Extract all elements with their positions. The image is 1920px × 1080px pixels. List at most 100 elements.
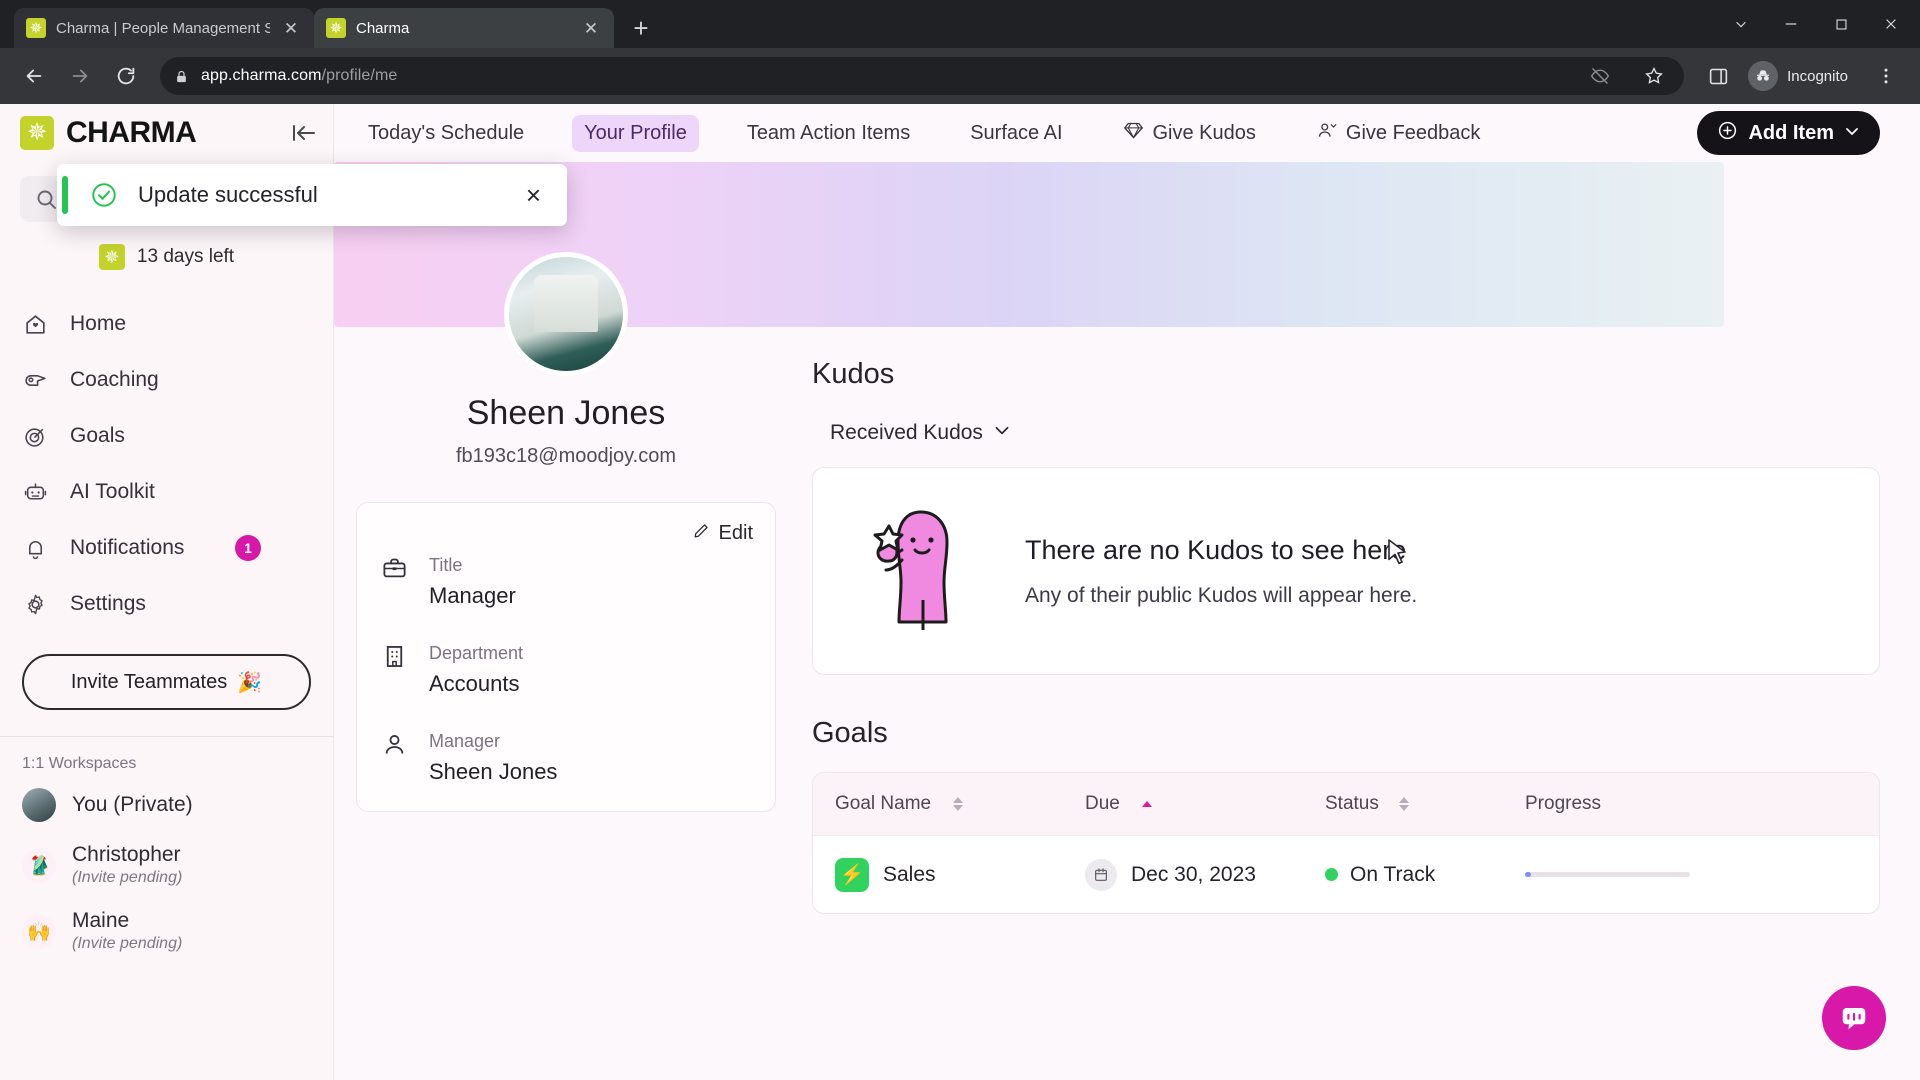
sidebar-item-goals[interactable]: Goals bbox=[0, 408, 333, 464]
tab-your-profile[interactable]: Your Profile bbox=[572, 114, 699, 152]
app-root: ✵ CHARMA ✵ 13 days left Home Coaching Go… bbox=[0, 104, 1920, 1080]
kudos-empty-title: There are no Kudos to see here bbox=[1025, 534, 1407, 565]
notifications-badge: 1 bbox=[235, 535, 261, 561]
close-icon[interactable] bbox=[1868, 2, 1914, 46]
chevron-down-icon[interactable] bbox=[1718, 2, 1764, 46]
brand-logo[interactable]: ✵ CHARMA bbox=[0, 104, 333, 162]
profile-column: Sheen Jones fb193c18@moodjoy.com Edit Ti… bbox=[356, 162, 776, 914]
maximize-icon[interactable] bbox=[1818, 2, 1864, 46]
search-icon bbox=[37, 190, 56, 209]
avatar[interactable] bbox=[504, 252, 628, 376]
reload-icon[interactable] bbox=[106, 56, 146, 96]
sidebar-item-ai-toolkit[interactable]: AI Toolkit bbox=[0, 464, 333, 520]
tab-give-feedback[interactable]: Give Feedback bbox=[1304, 113, 1493, 154]
add-item-label: Add Item bbox=[1748, 121, 1834, 144]
kudos-mascot-illustration bbox=[869, 504, 979, 639]
browser-toolbar: app.charma.com/profile/me Incognito bbox=[0, 48, 1920, 104]
profile-email: fb193c18@moodjoy.com bbox=[455, 445, 677, 467]
check-circle-icon bbox=[90, 181, 118, 209]
window-controls bbox=[1718, 0, 1920, 48]
chevron-down-icon bbox=[1844, 122, 1860, 145]
chevron-down-icon bbox=[993, 421, 1011, 445]
column-header-status[interactable]: Status bbox=[1325, 793, 1525, 815]
workspace-item-christopher[interactable]: 🥻 Christopher (Invite pending) bbox=[0, 833, 333, 899]
back-icon[interactable] bbox=[14, 56, 54, 96]
sidebar-item-home[interactable]: Home bbox=[0, 296, 333, 352]
tab-give-kudos[interactable]: Give Kudos bbox=[1111, 113, 1268, 154]
robot-icon bbox=[22, 480, 48, 505]
incognito-label: Incognito bbox=[1787, 67, 1848, 85]
bell-icon bbox=[22, 536, 48, 561]
tab-title: Charma | People Management S bbox=[56, 19, 270, 37]
avatar bbox=[22, 788, 56, 822]
tab-label: Give Kudos bbox=[1152, 121, 1256, 144]
home-icon bbox=[22, 312, 48, 337]
close-icon[interactable]: × bbox=[526, 182, 541, 208]
workspace-item-you[interactable]: You (Private) bbox=[0, 777, 333, 833]
tab-surface-ai[interactable]: Surface AI bbox=[958, 115, 1074, 152]
charma-star-icon: ✵ bbox=[26, 18, 46, 38]
workspace-item-maine[interactable]: 🙌 Maine (Invite pending) bbox=[0, 899, 333, 965]
tracking-protection-icon[interactable] bbox=[1580, 56, 1620, 96]
kudos-filter-dropdown[interactable]: Received Kudos bbox=[830, 421, 1011, 445]
tab-strip: ✵ Charma | People Management S ✕ ✵ Charm… bbox=[0, 0, 1920, 48]
browser-tab-1[interactable]: ✵ Charma | People Management S ✕ bbox=[14, 8, 314, 48]
tab-todays-schedule[interactable]: Today's Schedule bbox=[356, 115, 536, 152]
column-header-due[interactable]: Due bbox=[1085, 793, 1325, 815]
sidebar-item-label: Settings bbox=[70, 592, 146, 615]
column-label: Goal Name bbox=[835, 793, 932, 814]
minimize-icon[interactable] bbox=[1768, 2, 1814, 46]
new-tab-button[interactable]: + bbox=[624, 11, 658, 45]
browser-menu-icon[interactable] bbox=[1866, 56, 1906, 96]
address-bar[interactable]: app.charma.com/profile/me bbox=[160, 56, 1685, 96]
status-dot-icon bbox=[1325, 868, 1338, 881]
workspace-status: (Invite pending) bbox=[72, 869, 183, 887]
charma-star-icon: ✵ bbox=[20, 116, 54, 150]
gem-icon bbox=[1123, 120, 1144, 147]
building-icon bbox=[379, 643, 409, 670]
url-text: app.charma.com/profile/me bbox=[201, 67, 398, 84]
kudos-filter-label: Received Kudos bbox=[830, 421, 983, 444]
close-icon[interactable]: ✕ bbox=[280, 17, 302, 39]
sidebar-item-notifications[interactable]: Notifications 1 bbox=[0, 520, 333, 576]
collapse-sidebar-icon[interactable] bbox=[291, 122, 317, 144]
column-label: Due bbox=[1085, 793, 1120, 814]
column-header-progress[interactable]: Progress bbox=[1525, 793, 1857, 815]
bookmark-star-icon[interactable] bbox=[1634, 56, 1674, 96]
charma-star-icon: ✵ bbox=[326, 18, 346, 38]
person-feedback-icon bbox=[1316, 120, 1337, 147]
side-panel-icon[interactable] bbox=[1698, 56, 1738, 96]
forward-icon[interactable] bbox=[60, 56, 100, 96]
tab-team-action-items[interactable]: Team Action Items bbox=[735, 115, 922, 152]
whistle-icon bbox=[22, 368, 48, 393]
workspace-name: Maine bbox=[72, 908, 130, 932]
table-row[interactable]: ⚡ Sales Dec 30, 2023 On Track bbox=[813, 835, 1879, 913]
incognito-profile-button[interactable]: Incognito bbox=[1744, 56, 1860, 96]
sort-icon-active bbox=[1141, 801, 1152, 807]
profile-page: Sheen Jones fb193c18@moodjoy.com Edit Ti… bbox=[334, 162, 1920, 914]
workspaces-title: 1:1 Workspaces bbox=[22, 755, 137, 772]
close-icon[interactable]: ✕ bbox=[580, 17, 602, 39]
browser-tab-2[interactable]: ✵ Charma ✕ bbox=[314, 8, 614, 48]
top-navigation: Today's Schedule Your Profile Team Actio… bbox=[334, 104, 1920, 162]
workspace-status: (Invite pending) bbox=[72, 934, 183, 952]
invite-teammates-button[interactable]: Invite Teammates 🎉 bbox=[22, 654, 311, 710]
sort-icon bbox=[953, 797, 964, 811]
sidebar-item-coaching[interactable]: Coaching bbox=[0, 352, 333, 408]
omnibox-actions bbox=[1580, 56, 1674, 96]
sidebar-item-settings[interactable]: Settings bbox=[0, 576, 333, 632]
main-content: Today's Schedule Your Profile Team Actio… bbox=[334, 104, 1920, 1080]
edit-profile-button[interactable]: Edit bbox=[692, 521, 753, 546]
sidebar-item-label: Coaching bbox=[70, 368, 159, 391]
add-item-button[interactable]: Add Item bbox=[1697, 111, 1880, 155]
goal-name: Sales bbox=[883, 862, 936, 886]
column-header-goal-name[interactable]: Goal Name bbox=[835, 793, 1085, 815]
kudos-empty-subtitle: Any of their public Kudos will appear he… bbox=[1025, 583, 1418, 607]
profile-field-text: Manager Sheen Jones bbox=[429, 731, 557, 785]
goals-table: Goal Name Due Status Progress ⚡ Sales De… bbox=[812, 772, 1880, 914]
support-chat-button[interactable] bbox=[1822, 986, 1886, 1050]
incognito-icon bbox=[1748, 61, 1779, 91]
edit-label: Edit bbox=[718, 522, 753, 544]
lock-icon bbox=[174, 69, 189, 84]
column-label: Status bbox=[1325, 793, 1379, 814]
